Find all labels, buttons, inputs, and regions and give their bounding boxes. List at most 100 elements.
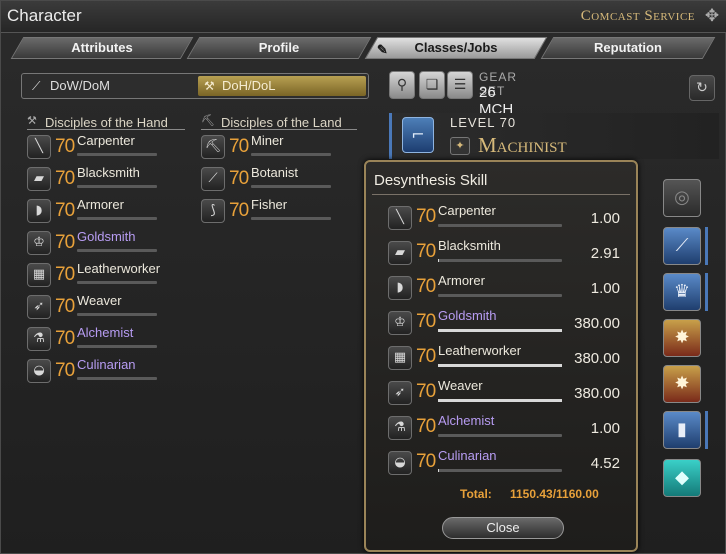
gun-icon: ⌐: [402, 117, 434, 153]
window-title: Character: [7, 6, 82, 25]
job-name: Weaver: [77, 293, 122, 308]
pot-icon: ◒: [27, 359, 51, 383]
job-level: 70: [416, 276, 436, 297]
empty-slot-icon[interactable]: ◎: [663, 179, 701, 217]
sword-icon: ⟋: [32, 79, 41, 93]
job-row-fisher[interactable]: ⟆ 70 Fisher: [201, 197, 351, 225]
pickaxe-icon: ⛏: [201, 135, 225, 159]
exp-bar: [77, 345, 157, 348]
exp-bar: [77, 281, 157, 284]
job-name: Armorer: [77, 197, 124, 212]
total-value: 1150.43/1160.00: [510, 487, 599, 501]
cards-icon[interactable]: ❏: [419, 71, 445, 99]
rod-icon: ⟆: [201, 199, 225, 223]
armor-icon: ◗: [388, 276, 412, 300]
job-name: Armorer: [438, 273, 485, 288]
list-icon[interactable]: ☰: [447, 71, 473, 99]
job-row-miner[interactable]: ⛏ 70 Miner: [201, 133, 351, 161]
job-row-culinarian[interactable]: ◒ 70 Culinarian: [27, 357, 177, 385]
exp-bar: [77, 185, 157, 188]
hand-heading: Disciples of the Hand: [45, 115, 168, 130]
tab-reputation[interactable]: Reputation: [540, 37, 716, 59]
job-level: 70: [55, 296, 75, 317]
desynth-row-leatherworker: ▦ 70 Leatherworker 380.00: [388, 342, 628, 376]
exp-bar: [438, 364, 562, 367]
exp-bar-fill: [438, 364, 562, 367]
slot-indicator: [705, 411, 708, 449]
popup-divider: [372, 194, 630, 195]
exp-bar: [77, 249, 157, 252]
job-row-leatherworker[interactable]: ▦ 70 Leatherworker: [27, 261, 177, 289]
tab-profile[interactable]: Profile: [186, 37, 372, 59]
close-button[interactable]: Close: [442, 517, 564, 539]
weapon-slot-icon[interactable]: ⟋: [663, 227, 701, 265]
job-name: Leatherworker: [77, 261, 161, 276]
land-icon: ⛏: [201, 114, 215, 127]
hatchet-icon: ⟋: [201, 167, 225, 191]
job-name: Carpenter: [77, 133, 135, 148]
anvil-icon: ▰: [27, 167, 51, 191]
job-row-carpenter[interactable]: ╲ 70 Carpenter: [27, 133, 177, 161]
exp-bar: [251, 217, 331, 220]
job-name: Leatherworker: [438, 343, 522, 358]
job-name: Fisher: [251, 197, 288, 212]
exp-bar: [77, 217, 157, 220]
saw-icon: ╲: [27, 135, 51, 159]
desynth-row-carpenter: ╲ 70 Carpenter 1.00: [388, 202, 628, 236]
exp-bar: [77, 313, 157, 316]
tab-attributes[interactable]: Attributes: [10, 37, 194, 59]
flask-icon: ⚗: [388, 416, 412, 440]
helm-slot-icon[interactable]: ♛: [663, 273, 701, 311]
mode-doh-dol[interactable]: ⚒ DoH/DoL: [198, 76, 366, 96]
desynth-row-weaver: ➶ 70 Weaver 380.00: [388, 377, 628, 411]
hand-divider: [27, 129, 185, 130]
character-window: Character Comcast Service ✥ Attributes P…: [0, 0, 726, 554]
land-divider: [201, 129, 357, 130]
refresh-icon[interactable]: ↻: [689, 75, 715, 101]
exp-bar: [438, 259, 562, 262]
current-job-panel: ⌐ LEVEL 70 ✦ Machinist: [389, 113, 719, 159]
job-row-armorer[interactable]: ◗ 70 Armorer: [27, 197, 177, 225]
job-level: 70: [55, 168, 75, 189]
mode-dow-dom[interactable]: ⟋ DoW/DoM: [26, 76, 196, 96]
job-level: 70: [229, 136, 249, 157]
job-name: Blacksmith: [438, 238, 501, 253]
desynth-value: 380.00: [574, 315, 620, 332]
total-label: Total:: [460, 487, 492, 501]
job-level: 70: [416, 451, 436, 472]
anvil-icon: ▰: [388, 241, 412, 265]
exp-bar: [438, 329, 562, 332]
job-level: 70: [416, 381, 436, 402]
leather-icon: ▦: [27, 263, 51, 287]
job-level: 70: [55, 136, 75, 157]
exp-bar: [438, 399, 562, 402]
armor-slot-icon[interactable]: ✸: [663, 319, 701, 357]
desynth-value: 380.00: [574, 350, 620, 367]
exp-bar-fill: [438, 399, 562, 402]
job-row-weaver[interactable]: ➶ 70 Weaver: [27, 293, 177, 321]
hammer-icon: ⚒: [204, 79, 215, 93]
job-level: 70: [55, 328, 75, 349]
soul-crystal-icon[interactable]: ◆: [663, 459, 701, 497]
job-name: Weaver: [438, 378, 483, 393]
gem-icon: ♔: [27, 231, 51, 255]
exp-bar: [438, 294, 562, 297]
boot-slot-icon[interactable]: ▮: [663, 411, 701, 449]
exp-bar-fill: [438, 469, 440, 472]
job-level: 70: [416, 346, 436, 367]
figure-icon[interactable]: ⚲: [389, 71, 415, 99]
desynth-row-armorer: ◗ 70 Armorer 1.00: [388, 272, 628, 306]
settings-gear-icon[interactable]: ✥: [702, 6, 722, 26]
job-row-alchemist[interactable]: ⚗ 70 Alchemist: [27, 325, 177, 353]
exp-bar: [438, 224, 562, 227]
hand-icon: ⚒: [27, 114, 37, 127]
armor-slot-icon-2[interactable]: ✸: [663, 365, 701, 403]
saw-icon: ╲: [388, 206, 412, 230]
job-row-blacksmith[interactable]: ▰ 70 Blacksmith: [27, 165, 177, 193]
job-level: 70: [416, 311, 436, 332]
job-row-goldsmith[interactable]: ♔ 70 Goldsmith: [27, 229, 177, 257]
tab-classes-jobs[interactable]: ✎ Classes/Jobs: [364, 37, 548, 59]
machinist-icon: ✦: [450, 137, 470, 155]
job-row-botanist[interactable]: ⟋ 70 Botanist: [201, 165, 351, 193]
job-level: 70: [229, 168, 249, 189]
